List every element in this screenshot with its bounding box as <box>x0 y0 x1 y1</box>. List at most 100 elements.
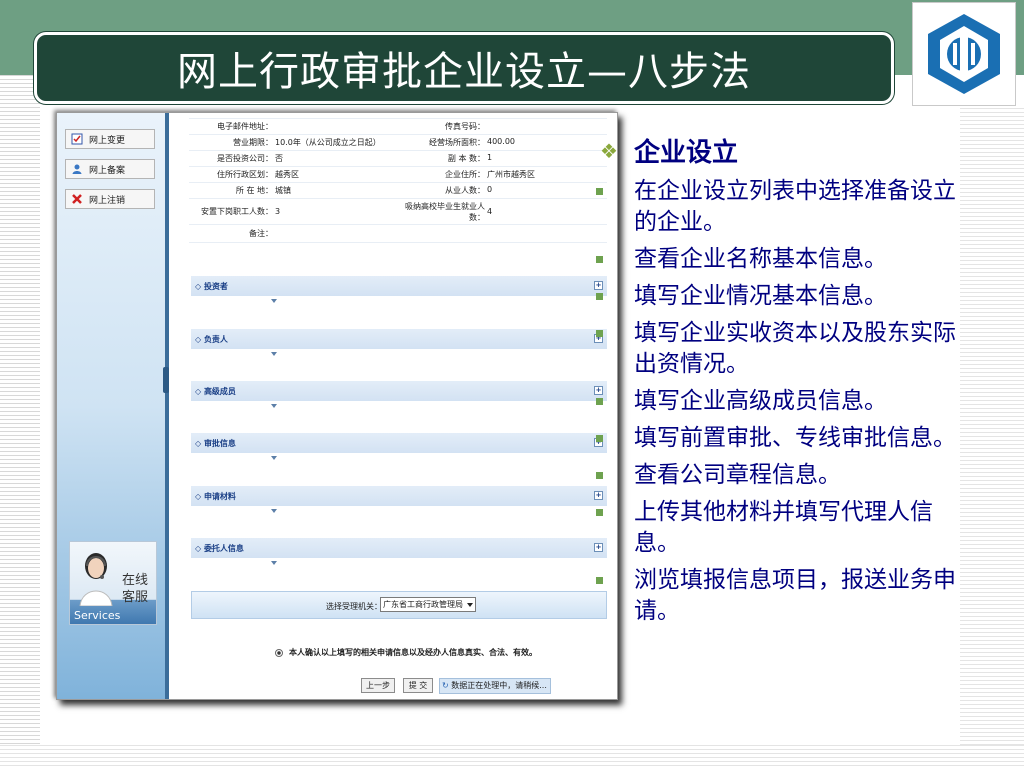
field-label: 电子邮件地址： <box>217 122 273 131</box>
section-heading: ❖ 企业设立 <box>600 132 738 169</box>
square-bullet-icon <box>596 472 603 479</box>
nav-button-change[interactable]: 网上变更 <box>65 129 155 149</box>
service-label-en: Services <box>74 609 121 622</box>
chevron-down-icon <box>271 561 277 565</box>
square-bullet-icon <box>596 577 603 584</box>
agency-bar: 选择受理机关： 广东省工商行政管理局 <box>191 591 607 619</box>
table-row: 所 在 地： 城镇 从业人数： 0 <box>189 183 607 199</box>
service-label-line1: 在线 <box>122 573 149 588</box>
table-row: 备注： <box>189 225 607 243</box>
company-logo-icon <box>928 14 1000 94</box>
list-item: 填写企业实收资本以及股东实际出资情况。 <box>596 318 956 380</box>
field-value: 0 <box>487 185 493 194</box>
field-label: 经营场所面积： <box>429 138 485 147</box>
square-bullet-icon <box>596 188 603 195</box>
list-item-text: 浏览填报信息项目，报送业务申请。 <box>634 567 956 624</box>
previous-step-button[interactable]: 上一步 <box>361 678 395 693</box>
square-bullet-icon <box>596 435 603 442</box>
field-label: 备注： <box>249 229 273 238</box>
field-value: 越秀区 <box>275 170 299 179</box>
field-label: 从业人数： <box>445 186 485 195</box>
nav-button-label: 网上备案 <box>89 165 126 176</box>
section-approval-info[interactable]: ◇ 审批信息 + <box>191 433 607 453</box>
field-label: 安置下岗职工人数： <box>201 207 273 216</box>
title-bar: 网上行政审批企业设立—八步法 <box>34 32 894 104</box>
field-label: 营业期限： <box>233 138 273 147</box>
field-value: 1 <box>487 153 493 162</box>
table-row: 是否投资公司： 否 副 本 数： 1 <box>189 151 607 167</box>
list-item: 上传其他材料并填写代理人信息。 <box>596 497 956 559</box>
loading-icon: ↻ <box>442 681 449 690</box>
confirm-radio[interactable] <box>275 648 283 657</box>
chevron-down-icon <box>271 456 277 460</box>
list-item-text: 填写前置审批、专线审批信息。 <box>634 425 956 451</box>
processing-status: ↻ 数据正在处理中，请稍候... <box>439 678 551 694</box>
square-bullet-icon <box>596 256 603 263</box>
list-item: 填写企业情况基本信息。 <box>596 281 956 312</box>
list-item-text: 查看公司章程信息。 <box>634 462 841 488</box>
heading-text: 企业设立 <box>634 138 739 168</box>
field-value: 3 <box>275 207 281 216</box>
section-title: ◇ 委托人信息 <box>195 543 244 553</box>
field-value <box>273 232 399 236</box>
section-senior-members[interactable]: ◇ 高级成员 + <box>191 381 607 401</box>
agency-label: 选择受理机关： <box>326 602 382 611</box>
diamond-bullet-icon: ❖ <box>600 138 618 163</box>
company-logo <box>912 2 1016 106</box>
embedded-screenshot: 网上变更 网上备案 网上注销 在线 客服 Services 电子邮件地址： 传真… <box>56 112 618 700</box>
square-bullet-icon <box>596 509 603 516</box>
form-area: 电子邮件地址： 传真号码： 营业期限： 10.0年（从公司成立之日起） 经营场所… <box>173 113 617 699</box>
list-item-text: 在企业设立列表中选择准备设立的企业。 <box>634 178 956 235</box>
section-title: ◇ 负责人 <box>195 334 228 344</box>
chevron-down-icon <box>271 352 277 356</box>
field-label: 住所行政区划： <box>217 170 273 179</box>
screenshot-sidebar: 网上变更 网上备案 网上注销 在线 客服 Services <box>57 113 165 699</box>
splitter-collapse-tab[interactable] <box>163 367 169 393</box>
field-value <box>273 119 399 134</box>
field-value <box>485 232 603 236</box>
confirm-text: 本人确认以上填写的相关申请信息以及经办人信息真实、合法、有效。 <box>289 648 537 657</box>
sidebar-splitter[interactable] <box>165 113 169 699</box>
list-item-text: 填写企业高级成员信息。 <box>634 388 887 414</box>
submit-button[interactable]: 提 交 <box>403 678 433 693</box>
confirm-statement[interactable]: 本人确认以上填写的相关申请信息以及经办人信息真实、合法、有效。 <box>275 647 537 658</box>
field-label <box>399 232 485 236</box>
left-stripe-pattern <box>0 75 40 768</box>
field-label: 所 在 地： <box>235 186 273 195</box>
agency-select[interactable]: 广东省工商行政管理局 <box>380 597 476 612</box>
table-row: 电子邮件地址： 传真号码： <box>189 119 607 135</box>
list-item-text: 填写企业实收资本以及股东实际出资情况。 <box>634 320 956 377</box>
chevron-down-icon <box>271 404 277 408</box>
nav-button-cancel[interactable]: 网上注销 <box>65 189 155 209</box>
section-agent-info[interactable]: ◇ 委托人信息 + <box>191 538 607 558</box>
field-label: 企业住所： <box>445 170 485 179</box>
section-investors[interactable]: ◇ 投资者 + <box>191 276 607 296</box>
list-item-text: 上传其他材料并填写代理人信息。 <box>634 499 933 556</box>
person-icon <box>72 164 82 174</box>
section-materials[interactable]: ◇ 申请材料 + <box>191 486 607 506</box>
bottom-stripe-pattern <box>0 745 1024 768</box>
agency-select-value: 广东省工商行政管理局 <box>383 600 463 609</box>
square-bullet-icon <box>596 330 603 337</box>
field-value <box>485 119 603 134</box>
info-table: 电子邮件地址： 传真号码： 营业期限： 10.0年（从公司成立之日起） 经营场所… <box>189 113 607 243</box>
cancel-icon <box>72 194 82 204</box>
list-item: 填写企业高级成员信息。 <box>596 386 956 417</box>
list-item-text: 查看企业名称基本信息。 <box>634 246 887 272</box>
chevron-down-icon <box>271 299 277 303</box>
list-item: 查看公司章程信息。 <box>596 460 956 491</box>
section-title: ◇ 投资者 <box>195 281 228 291</box>
list-item: 查看企业名称基本信息。 <box>596 244 956 275</box>
square-bullet-icon <box>596 293 603 300</box>
section-title: ◇ 申请材料 <box>195 491 236 501</box>
table-row: 住所行政区划： 越秀区 企业住所： 广州市越秀区 <box>189 167 607 183</box>
online-service-widget[interactable]: 在线 客服 Services <box>69 541 157 625</box>
nav-button-filing[interactable]: 网上备案 <box>65 159 155 179</box>
field-value: 10.0年（从公司成立之日起） <box>275 138 381 147</box>
field-value: 400.00 <box>487 137 515 146</box>
table-row: 营业期限： 10.0年（从公司成立之日起） 经营场所面积： 400.00 <box>189 135 607 151</box>
field-label: 传真号码： <box>445 122 485 131</box>
section-title: ◇ 审批信息 <box>195 438 236 448</box>
section-principal[interactable]: ◇ 负责人 + <box>191 329 607 349</box>
steps-list: 在企业设立列表中选择准备设立的企业。 查看企业名称基本信息。 填写企业情况基本信… <box>596 176 956 633</box>
